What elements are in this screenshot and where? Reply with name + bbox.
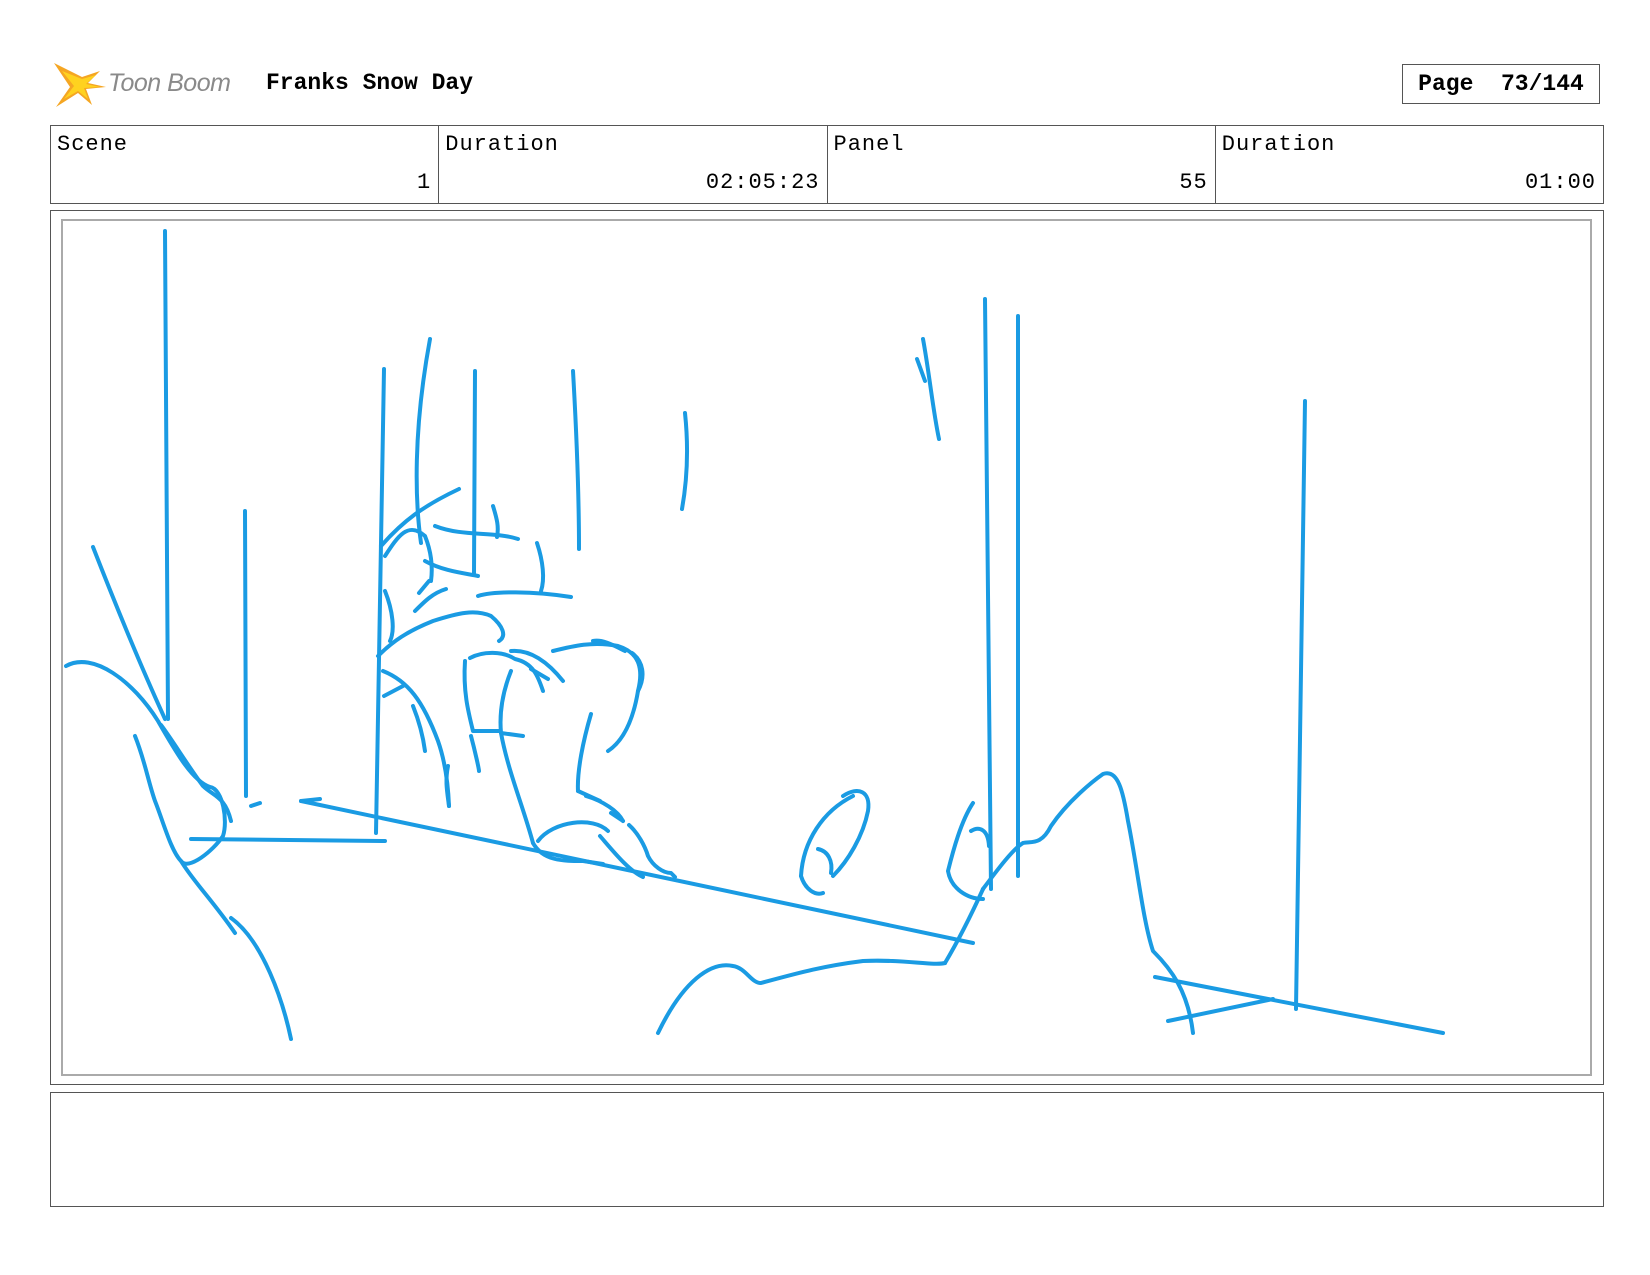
- page-indicator: Page 73/144: [1402, 64, 1600, 104]
- info-table: Scene 1 Duration 02:05:23 Panel 55 Durat…: [50, 125, 1604, 204]
- sketch-drawing: [64, 229, 1445, 1041]
- panel-duration-cell: Duration 01:00: [1216, 126, 1603, 203]
- toon-boom-logo: Toon Boom: [52, 57, 252, 111]
- logo-text: Toon Boom: [108, 69, 231, 97]
- project-title: Franks Snow Day: [266, 70, 474, 96]
- page-value: 73/144: [1501, 71, 1584, 97]
- scene-duration-cell: Duration 02:05:23: [439, 126, 828, 203]
- panel-duration-value: 01:00: [1524, 170, 1596, 195]
- scene-duration-value: 02:05:23: [705, 170, 820, 195]
- scene-value: 1: [417, 170, 432, 195]
- panel-label: Panel: [833, 132, 905, 157]
- scene-duration-label: Duration: [445, 132, 559, 157]
- storyboard-panel: [50, 210, 1604, 1085]
- toon-boom-star-icon: [54, 63, 106, 107]
- notes-box: [50, 1092, 1604, 1207]
- panel-duration-label: Duration: [1221, 132, 1336, 157]
- page-label: Page: [1418, 71, 1474, 97]
- panel-value: 55: [1179, 170, 1208, 195]
- storyboard-header: Toon Boom Franks Snow Day Page 73/144: [50, 55, 1602, 115]
- panel-frame: [61, 219, 1592, 1076]
- panel-cell: Panel 55: [828, 126, 1216, 203]
- scene-label: Scene: [57, 132, 129, 157]
- scene-cell: Scene 1: [51, 126, 440, 203]
